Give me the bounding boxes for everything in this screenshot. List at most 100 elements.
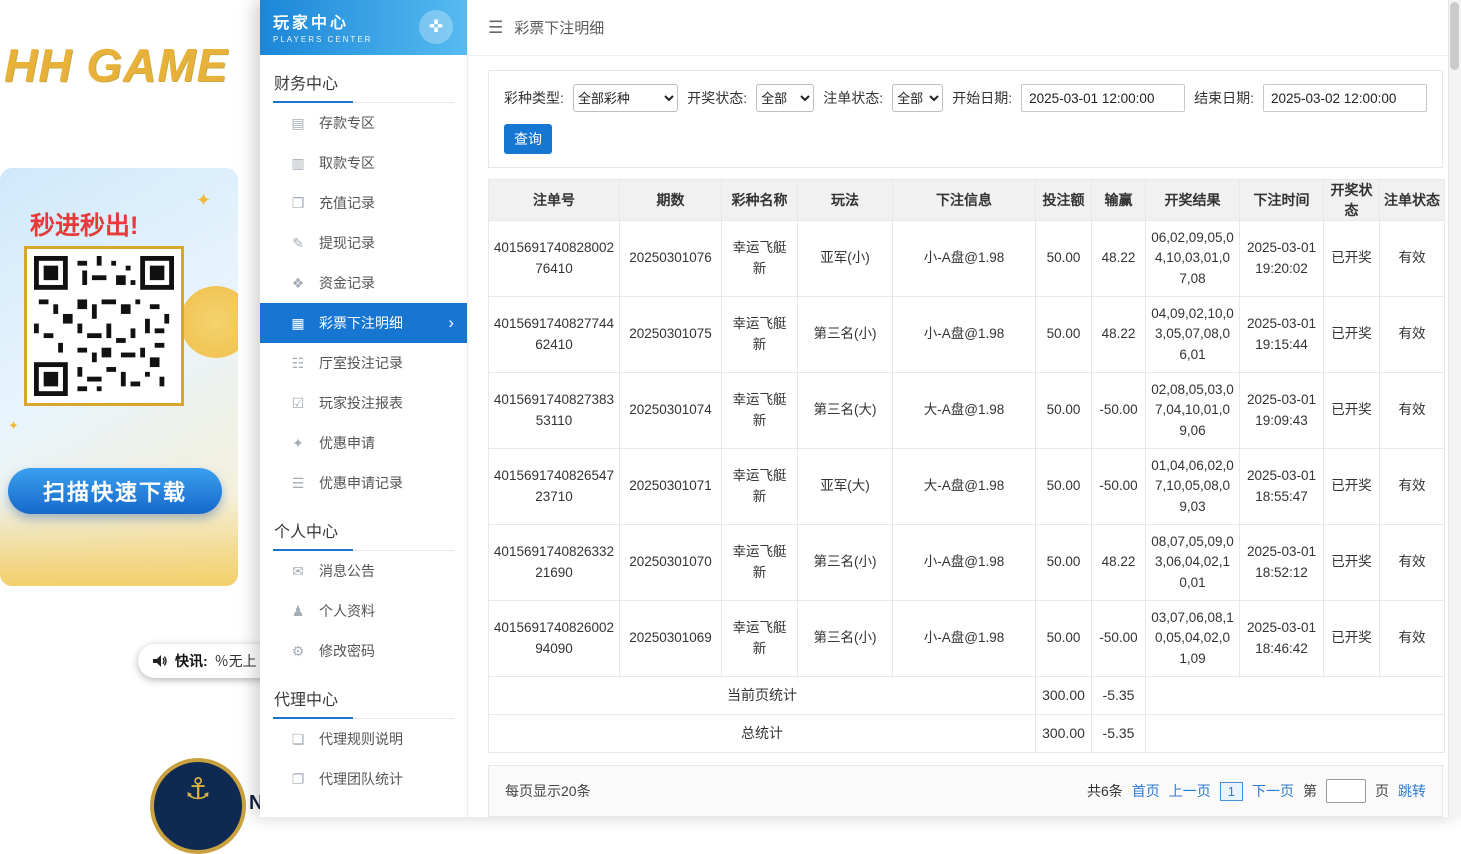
sidebar-item-label: 取款专区 (319, 153, 375, 173)
vertical-scrollbar[interactable] (1448, 0, 1461, 817)
table-cell: 已开奖 (1324, 601, 1380, 677)
table-cell: 幸运飞艇新 (722, 373, 798, 449)
download-qr-code (24, 246, 184, 406)
sidebar-item-withdraw[interactable]: ▥ 取款专区 (260, 143, 467, 183)
table-cell: 有效 (1380, 449, 1445, 525)
order-status-label: 注单状态: (823, 88, 883, 108)
site-logo: HH GAME (4, 38, 228, 92)
table-cell: 幸运飞艇新 (722, 601, 798, 677)
table-cell: 有效 (1380, 221, 1445, 297)
sidebar-item-promo-apply-records[interactable]: ☰ 优惠申请记录 (260, 463, 467, 503)
message-icon: ✉ (290, 563, 306, 580)
first-page-link[interactable]: 首页 (1132, 781, 1160, 801)
sidebar-item-funds-records[interactable]: ❖ 资金记录 (260, 263, 467, 303)
jump-prefix-label: 第 (1303, 781, 1317, 801)
chevron-right-icon: › (448, 313, 454, 333)
table-row: 401569174082633221690 20250301070 幸运飞艇新 … (489, 525, 1445, 601)
hamburger-menu-icon[interactable]: ☰ (488, 18, 503, 38)
draw-status-select[interactable]: 全部 (756, 84, 814, 112)
hall-bet-records-icon: ☷ (290, 355, 306, 372)
column-header: 玩法 (798, 180, 893, 221)
gear-icon: ⚙ (290, 643, 306, 660)
table-cell: 08,07,05,09,03,06,04,02,10,01 (1146, 525, 1240, 601)
sparkle-icon: ✦ (8, 418, 19, 434)
promo-apply-icon: ✦ (290, 435, 306, 452)
sidebar-item-label: 充值记录 (319, 193, 375, 213)
sidebar-item-profile[interactable]: ♟ 个人资料 (260, 591, 467, 631)
scrollbar-thumb[interactable] (1450, 2, 1459, 70)
sidebar-item-recharge-records[interactable]: ❒ 充值记录 (260, 183, 467, 223)
table-cell: 50.00 (1036, 221, 1092, 297)
lottery-type-select[interactable]: 全部彩种 (573, 84, 678, 112)
start-date-label: 开始日期: (952, 88, 1012, 108)
current-page-button[interactable]: 1 (1220, 782, 1243, 801)
table-cell: 01,04,06,02,07,10,05,08,09,03 (1146, 449, 1240, 525)
speaker-icon (152, 653, 168, 669)
summary-amount: 300.00 (1036, 715, 1092, 753)
gamepad-icon: ✜ (419, 10, 453, 44)
page-summary-row: 当前页统计 300.00 -5.35 (489, 677, 1445, 715)
main-content: ☰ 彩票下注明细 彩种类型: 全部彩种 开奖状态: 全部 注单状态: 全部 (468, 0, 1461, 817)
end-date-input[interactable] (1263, 84, 1427, 112)
table-cell: 20250301076 (620, 221, 722, 297)
table-cell: 幸运飞艇新 (722, 449, 798, 525)
table-row: 401569174082600294090 20250301069 幸运飞艇新 … (489, 601, 1445, 677)
sidebar-item-player-bet-report[interactable]: ☑ 玩家投注报表 (260, 383, 467, 423)
table-cell: 已开奖 (1324, 373, 1380, 449)
sidebar-item-messages[interactable]: ✉ 消息公告 (260, 551, 467, 591)
prev-page-link[interactable]: 上一页 (1169, 781, 1211, 801)
lottery-bet-details-icon: ▦ (290, 315, 306, 332)
table-cell: 50.00 (1036, 525, 1092, 601)
table-cell: 20250301074 (620, 373, 722, 449)
sidebar-item-agent-rules[interactable]: ❏ 代理规则说明 (260, 719, 467, 759)
sidebar-item-lottery-bet-details[interactable]: ▦ 彩票下注明细 › (260, 303, 467, 343)
end-date-label: 结束日期: (1194, 88, 1254, 108)
order-status-select[interactable]: 全部 (892, 84, 943, 112)
table-cell: -50.00 (1092, 373, 1146, 449)
player-bet-report-icon: ☑ (290, 395, 306, 412)
table-cell: 401569174082774462410 (489, 297, 620, 373)
table-cell: 亚军(小) (798, 221, 893, 297)
table-cell: -50.00 (1092, 449, 1146, 525)
sidebar-item-change-password[interactable]: ⚙ 修改密码 (260, 631, 467, 671)
jump-suffix-label: 页 (1375, 781, 1389, 801)
table-cell: 2025-03-01 18:55:47 (1240, 449, 1324, 525)
summary-amount: 300.00 (1036, 677, 1092, 715)
start-date-input[interactable] (1021, 84, 1185, 112)
summary-win-loss: -5.35 (1092, 715, 1146, 753)
table-cell: 大-A盘@1.98 (893, 449, 1036, 525)
column-header: 输赢 (1092, 180, 1146, 221)
anchor-icon: ⚓ (185, 772, 212, 850)
table-cell: 50.00 (1036, 297, 1092, 373)
sidebar-item-promo-apply[interactable]: ✦ 优惠申请 (260, 423, 467, 463)
sidebar-item-deposit[interactable]: ▤ 存款专区 (260, 103, 467, 143)
table-cell: 02,08,05,03,07,04,10,01,09,06 (1146, 373, 1240, 449)
news-label: 快讯: (175, 651, 208, 671)
sidebar-item-agent-team-stats[interactable]: ❐ 代理团队统计 (260, 759, 467, 799)
table-cell: 小-A盘@1.98 (893, 221, 1036, 297)
table-cell: 第三名(大) (798, 373, 893, 449)
filter-bar: 彩种类型: 全部彩种 开奖状态: 全部 注单状态: 全部 开始日期: 结束日期: (488, 70, 1443, 168)
sparkle-icon: ✦ (196, 190, 211, 211)
sidebar-item-hall-bet-records[interactable]: ☷ 厅室投注记录 (260, 343, 467, 383)
scan-download-button[interactable]: 扫描快速下载 (8, 468, 222, 514)
table-row: 401569174082800276410 20250301076 幸运飞艇新 … (489, 221, 1445, 297)
column-header: 下注信息 (893, 180, 1036, 221)
news-text: ％无上 (215, 651, 257, 671)
per-page-label: 每页显示20条 (505, 781, 591, 801)
total-summary-row: 总统计 300.00 -5.35 (489, 715, 1445, 753)
page-jump-input[interactable] (1326, 779, 1366, 803)
column-header: 开奖状态 (1324, 180, 1380, 221)
sidebar-item-withdrawal-records[interactable]: ✎ 提现记录 (260, 223, 467, 263)
promo-apply-records-icon: ☰ (290, 475, 306, 492)
table-cell: 已开奖 (1324, 297, 1380, 373)
jump-button[interactable]: 跳转 (1398, 781, 1426, 801)
table-cell: 第三名(小) (798, 297, 893, 373)
table-cell: 第三名(小) (798, 525, 893, 601)
sidebar: 玩家中心 PLAYERS CENTER ✜ 财务中心 ▤ 存款专区 ▥ 取款专区… (260, 0, 468, 817)
withdraw-icon: ▥ (290, 155, 306, 172)
next-page-link[interactable]: 下一页 (1252, 781, 1294, 801)
bet-details-table: 注单号 期数 彩种名称 玩法 下注信息 投注额 输赢 开奖结果 下注时间 开奖状… (488, 179, 1445, 753)
search-button[interactable]: 查询 (504, 124, 552, 154)
document-icon: ❏ (290, 731, 306, 748)
